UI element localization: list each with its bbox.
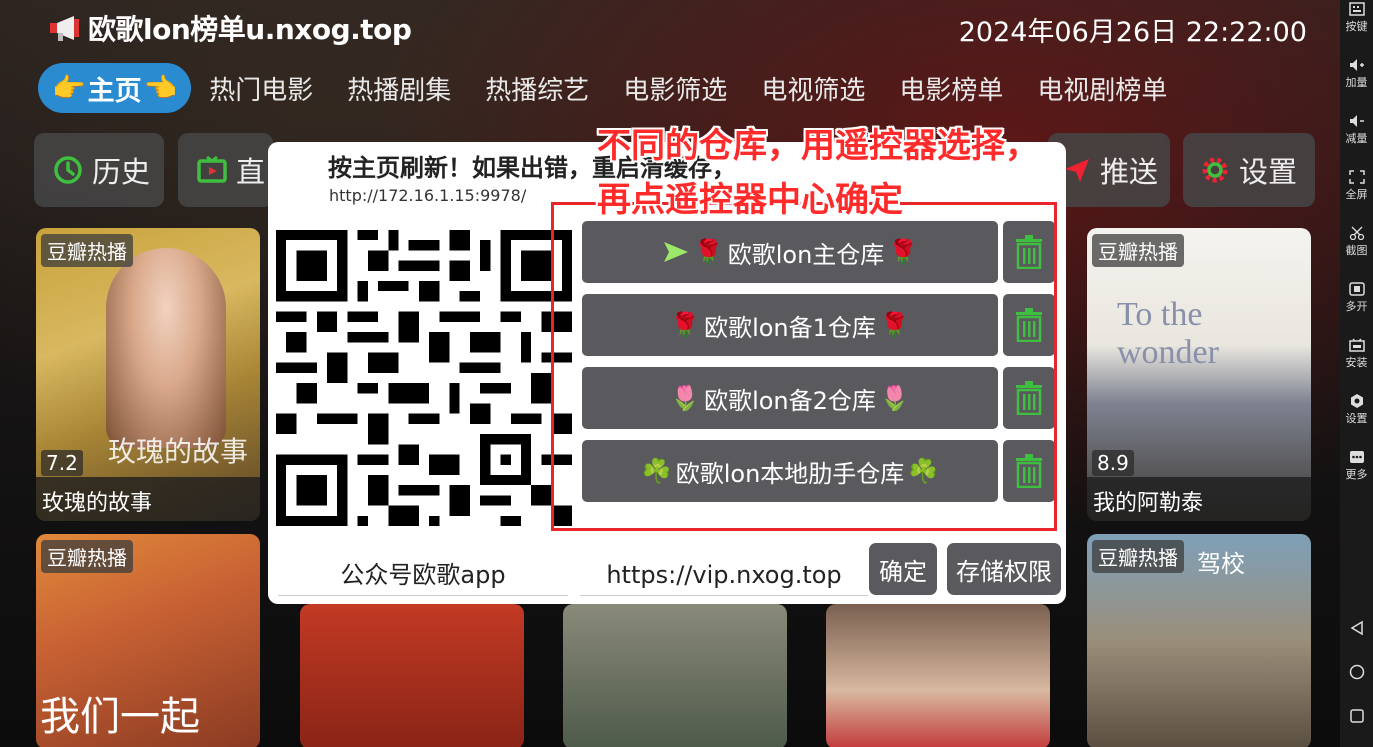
- volume-down-button[interactable]: 减量: [1340, 114, 1373, 146]
- tv-icon: [197, 155, 227, 183]
- volume-down-icon: [1349, 115, 1364, 127]
- home-circle-icon: [1349, 664, 1364, 680]
- settings-button[interactable]: 设置: [1183, 133, 1315, 207]
- history-icon: [54, 156, 82, 184]
- volume-up-label: 加量: [1345, 76, 1368, 89]
- top-nav: 👉 主页 👈 热门电影 热播剧集 热播综艺 电影筛选 电视筛选 电影榜单 电视剧…: [38, 63, 1167, 113]
- poster-overlay-title: To the wonder: [1117, 296, 1219, 371]
- poster-title: 我的阿勒泰: [1087, 477, 1311, 521]
- history-button[interactable]: 历史: [34, 133, 164, 207]
- confirm-button[interactable]: 确定: [869, 543, 937, 595]
- keyboard-icon: [1348, 2, 1365, 16]
- scissors-icon: [1349, 226, 1364, 240]
- tab-tv-ranking[interactable]: 电视剧榜单: [1037, 70, 1167, 107]
- app-title: 欧歌lon榜单u.nxog.top: [88, 13, 412, 46]
- fullscreen-button[interactable]: 全屏: [1340, 170, 1373, 202]
- fullscreen-label: 全屏: [1345, 188, 1368, 201]
- tab-hot-series[interactable]: 热播剧集: [347, 70, 451, 107]
- fullscreen-icon: [1348, 170, 1365, 184]
- system-sidebar: 按键 加量 减量 全屏 截图 多开 安装 设置 更多: [1340, 0, 1373, 747]
- poster-overlay-title: 驾校: [1197, 550, 1245, 578]
- volume-up-button[interactable]: 加量: [1340, 58, 1373, 90]
- poster-artwork: [106, 248, 226, 448]
- poster-title: 玫瑰的故事: [36, 477, 260, 521]
- poster-card[interactable]: [300, 604, 524, 747]
- poster-card[interactable]: [826, 604, 1050, 747]
- tab-home-label: 主页: [87, 75, 142, 107]
- screenshot-button[interactable]: 截图: [1340, 226, 1373, 258]
- apk-icon: [1348, 338, 1365, 352]
- tab-movie-ranking[interactable]: 电影榜单: [899, 70, 1003, 107]
- datetime: 2024年06月26日 22:22:00: [958, 17, 1307, 48]
- poster-overlay-title: 玫瑰的故事: [108, 435, 249, 468]
- app-header: 欧歌lon榜单u.nxog.top: [48, 10, 412, 46]
- multi-window-icon: [1348, 282, 1365, 296]
- storage-permission-button[interactable]: 存储权限: [947, 543, 1061, 595]
- screenshot-label: 截图: [1345, 244, 1368, 257]
- poster-badge: 豆瓣热播: [41, 540, 133, 573]
- poster-card[interactable]: 豆瓣热播 驾校: [1087, 534, 1311, 747]
- more-label: 更多: [1345, 468, 1368, 481]
- poster-overlay-title: 我们一起: [40, 694, 200, 740]
- pointing-right-icon: 👉: [52, 73, 86, 104]
- keys-button[interactable]: 按键: [1340, 2, 1373, 34]
- volume-up-icon: [1349, 59, 1364, 71]
- tab-hot-movies[interactable]: 热门电影: [209, 70, 313, 107]
- poster-badge: 豆瓣热播: [41, 234, 133, 267]
- home-button[interactable]: [1340, 664, 1373, 682]
- poster-badge: 豆瓣热播: [1092, 540, 1184, 573]
- install-button[interactable]: 安装: [1340, 338, 1373, 370]
- settings-label: 设置: [1239, 155, 1298, 189]
- recents-square-icon: [1349, 709, 1364, 723]
- poster-badge: 豆瓣热播: [1092, 234, 1184, 267]
- annotation-line-2: 再点遥控器中心确定: [597, 180, 903, 220]
- send-icon: [1065, 159, 1089, 182]
- back-triangle-icon: [1350, 620, 1363, 636]
- multi-open-button[interactable]: 多开: [1340, 282, 1373, 314]
- live-button[interactable]: 直: [178, 133, 273, 207]
- tab-home[interactable]: 👉 主页 👈: [38, 63, 192, 113]
- megaphone-icon: [50, 16, 79, 41]
- gear-icon: [1350, 394, 1363, 408]
- pointing-left-icon: 👈: [143, 73, 178, 104]
- poster-score: 8.9: [1092, 450, 1134, 476]
- tab-movie-filter[interactable]: 电影筛选: [623, 70, 727, 107]
- system-settings-label: 设置: [1345, 412, 1368, 425]
- tab-hot-variety[interactable]: 热播综艺: [485, 70, 589, 107]
- server-url: http://172.16.1.15:9978/: [329, 186, 527, 205]
- install-label: 安装: [1345, 356, 1368, 369]
- volume-down-label: 减量: [1345, 132, 1368, 145]
- push-button[interactable]: 推送: [1048, 133, 1170, 207]
- more-button[interactable]: 更多: [1340, 450, 1373, 482]
- vip-url-field[interactable]: https://vip.nxog.top: [580, 554, 868, 596]
- poster-card[interactable]: 豆瓣热播 To the wonder 8.9 我的阿勒泰: [1087, 228, 1311, 521]
- back-button[interactable]: [1340, 620, 1373, 638]
- multi-open-label: 多开: [1345, 300, 1368, 313]
- annotation-line-1: 不同的仓库，用遥控器选择，: [597, 126, 1039, 166]
- system-settings-button[interactable]: 设置: [1340, 394, 1373, 426]
- live-label: 直: [236, 155, 266, 189]
- poster-card[interactable]: 豆瓣热播 玫瑰的故事 7.2 玫瑰的故事: [36, 228, 260, 521]
- qr-code: [276, 230, 572, 526]
- more-icon: [1349, 451, 1364, 463]
- poster-score: 7.2: [41, 450, 83, 476]
- recents-button[interactable]: [1340, 708, 1373, 726]
- poster-card[interactable]: [563, 604, 787, 747]
- push-label: 推送: [1100, 155, 1159, 189]
- history-label: 历史: [92, 155, 151, 189]
- wechat-account-field[interactable]: 公众号欧歌app: [278, 554, 568, 596]
- keys-label: 按键: [1345, 20, 1368, 33]
- poster-card[interactable]: 豆瓣热播 我们一起: [36, 534, 260, 747]
- tab-tv-filter[interactable]: 电视筛选: [761, 70, 865, 107]
- annotation-box: [551, 202, 1057, 531]
- gear-icon: [1202, 157, 1228, 183]
